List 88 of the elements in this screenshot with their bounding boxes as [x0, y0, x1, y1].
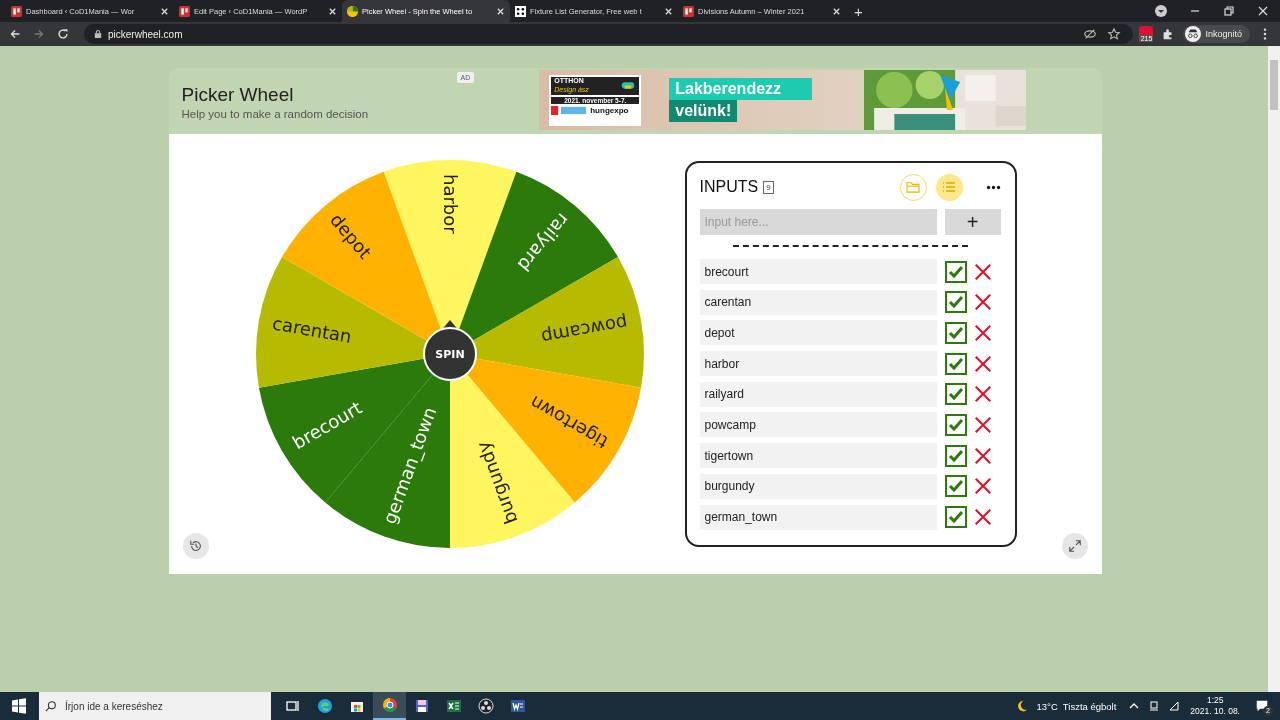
- delete-icon[interactable]: [972, 445, 993, 466]
- task-view-icon[interactable]: [285, 698, 301, 714]
- new-tab-button[interactable]: +: [846, 2, 871, 20]
- entry-label: railyard: [699, 381, 937, 407]
- ad-brand: hungexpo: [590, 105, 629, 115]
- delete-icon[interactable]: [972, 414, 993, 435]
- entry-label: powcamp: [699, 412, 937, 438]
- record-icon[interactable]: [478, 698, 494, 714]
- entry-label: burgundy: [699, 473, 937, 499]
- checkbox[interactable]: [944, 444, 967, 467]
- site-icon: [11, 5, 22, 17]
- floppy-icon[interactable]: [414, 698, 430, 714]
- forward-icon[interactable]: [32, 27, 46, 41]
- chrome-icon: [381, 697, 398, 713]
- document-icon[interactable]: [510, 698, 526, 714]
- incognito-icon: [1185, 26, 1202, 42]
- taskbar-search[interactable]: Írjon ide a kereséshez: [39, 692, 271, 720]
- ad-headline: velünk!: [669, 100, 738, 122]
- fullscreen-button[interactable]: [1061, 533, 1088, 559]
- dice-icon: [515, 5, 526, 17]
- network-icon[interactable]: [1148, 700, 1161, 712]
- weather-text[interactable]: 13°C Tiszta égbolt: [1036, 700, 1117, 712]
- entry-label: german_town: [699, 504, 937, 530]
- site-icon: [683, 5, 694, 17]
- checkbox[interactable]: [944, 506, 967, 528]
- entry-label: harbor: [699, 351, 937, 377]
- expand-icon: [1067, 539, 1082, 553]
- history-icon: [188, 539, 203, 553]
- delete-icon[interactable]: [972, 353, 993, 374]
- delete-icon[interactable]: [972, 507, 993, 527]
- checkbox[interactable]: [944, 475, 967, 498]
- entry-label: depot: [699, 320, 937, 346]
- delete-icon[interactable]: [972, 384, 993, 405]
- delete-icon[interactable]: [972, 322, 993, 343]
- panel-title: INPUTS: [699, 178, 759, 196]
- slice-label: powcamp: [539, 312, 629, 349]
- site-subtitle: Help you to make a random decision: [181, 108, 370, 120]
- list-icon: [942, 181, 956, 193]
- wheel-icon: [347, 5, 358, 17]
- close-icon[interactable]: [328, 6, 337, 16]
- count-badge: 9: [763, 180, 774, 194]
- back-icon[interactable]: [8, 27, 22, 41]
- checkbox[interactable]: [944, 321, 967, 344]
- checkbox[interactable]: [944, 291, 967, 314]
- profile-menu-icon[interactable]: [1154, 4, 1168, 18]
- slice-label: harbor: [439, 174, 460, 234]
- expo-logo-icon: [551, 105, 588, 115]
- reload-icon[interactable]: [56, 27, 70, 41]
- ad-headline: Lakberendezz: [669, 78, 813, 100]
- scrollbar[interactable]: [1268, 46, 1280, 692]
- checkbox[interactable]: [944, 352, 967, 375]
- close-icon[interactable]: [160, 6, 169, 16]
- checkbox[interactable]: [944, 383, 967, 406]
- add-button[interactable]: +: [944, 209, 1001, 235]
- star-icon[interactable]: [1107, 27, 1122, 41]
- armchair-icon: [620, 79, 637, 91]
- windows-logo-icon[interactable]: [11, 698, 27, 714]
- close-icon[interactable]: [664, 6, 673, 16]
- url-text: pickerwheel.com: [108, 28, 183, 40]
- signal-icon[interactable]: [1168, 700, 1181, 712]
- chrome-taskbar-button[interactable]: [373, 692, 406, 720]
- more-icon[interactable]: [985, 184, 1001, 190]
- address-bar[interactable]: pickerwheel.com: [84, 24, 1134, 44]
- slice-label: carentan: [270, 312, 353, 347]
- checkbox[interactable]: [944, 413, 967, 436]
- site-icon: [179, 5, 190, 17]
- delete-icon[interactable]: [972, 261, 993, 282]
- entry-label: carentan: [699, 289, 937, 315]
- checkbox[interactable]: [944, 260, 967, 283]
- delete-icon[interactable]: [972, 476, 993, 497]
- spreadsheet-icon[interactable]: [446, 698, 462, 714]
- clock[interactable]: 1:25 2021. 10. 08.: [1190, 695, 1240, 717]
- restore-icon[interactable]: [1222, 4, 1236, 18]
- edge-icon[interactable]: [317, 698, 333, 714]
- close-icon[interactable]: [496, 6, 505, 16]
- close-icon[interactable]: [1256, 4, 1270, 18]
- lock-icon: [94, 29, 102, 39]
- history-button[interactable]: [182, 533, 209, 559]
- search-icon: [45, 700, 57, 712]
- eye-slash-icon[interactable]: [1083, 27, 1098, 41]
- delete-icon[interactable]: [972, 292, 993, 313]
- profile-button[interactable]: Inkognitó: [1183, 25, 1250, 43]
- close-icon[interactable]: [832, 6, 841, 16]
- site-title: Picker Wheel: [181, 84, 295, 106]
- folder-icon: [906, 181, 920, 193]
- entry-label: brecourt: [699, 259, 937, 284]
- input-field[interactable]: Input here...: [699, 209, 937, 235]
- entry-label: tigertown: [699, 443, 937, 469]
